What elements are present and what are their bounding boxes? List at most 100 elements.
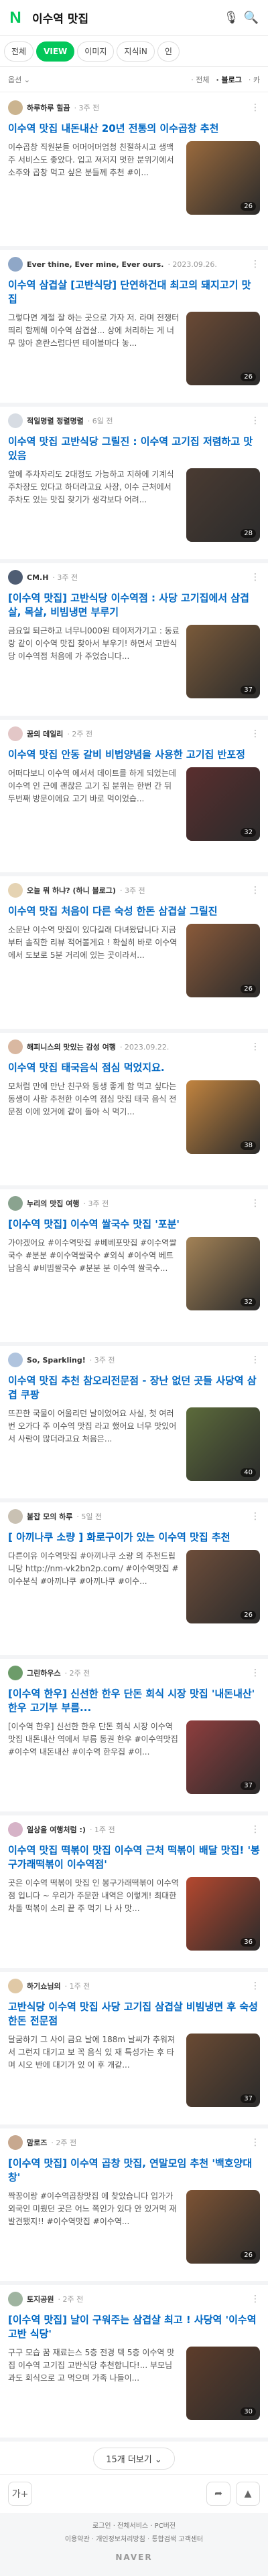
result-title[interactable]: 이수역 맛집 내돈내산 20년 전통의 이수곱창 추천 xyxy=(8,122,260,136)
author-avatar[interactable] xyxy=(8,2135,23,2150)
author-name[interactable]: 오늘 뭐 하냐? (하니 블로그) xyxy=(27,885,116,896)
author-avatar[interactable] xyxy=(8,1196,23,1211)
result-thumbnail[interactable]: 30 xyxy=(186,2347,260,2420)
result-card[interactable]: 누리의 맛집 여행 · 3주 전 ⋮ [이수역 맛집] 이수역 쌀국수 맛집 '포분'… xyxy=(0,1189,268,1346)
result-card[interactable]: 토지공원 · 2주 전 ⋮ [이수역 맛집] 날이 구워주는 삼겹살 최고 ! 사당역… xyxy=(0,2285,268,2442)
result-card[interactable]: 그린하우스 · 2주 전 ⋮ [이수역 한우] 신선한 한우 단돈 회식 시장 맛집 … xyxy=(0,1659,268,1815)
scroll-top-icon[interactable]: ▲ xyxy=(236,2481,260,2506)
more-icon[interactable]: ⋮ xyxy=(251,2294,260,2304)
more-icon[interactable]: ⋮ xyxy=(251,2137,260,2148)
author-avatar[interactable] xyxy=(8,257,23,272)
result-title[interactable]: [이수역 맛집] 날이 구워주는 삼겹살 최고 ! 사당역 '이수역 고반 식당… xyxy=(8,2313,260,2341)
more-icon[interactable]: ⋮ xyxy=(251,1355,260,1365)
author-avatar[interactable] xyxy=(8,570,23,585)
result-card[interactable]: 꿈의 데일리 · 2주 전 ⋮ 이수역 맛집 안동 갈비 비법양념을 사용한 고기집 … xyxy=(0,720,268,876)
result-thumbnail[interactable]: 28 xyxy=(186,468,260,542)
search-input[interactable]: 이수역 맛집 xyxy=(32,9,221,26)
result-card[interactable]: 붙잡 모의 하루 · 5일 전 ⋮ [ 아끼나쿠 소량 ] 화로구이가 있는 이수역 … xyxy=(0,1502,268,1659)
author-avatar[interactable] xyxy=(8,100,23,115)
result-thumbnail[interactable]: 38 xyxy=(186,1080,260,1154)
result-card[interactable]: 해피니스의 맛있는 감성 여행 · 2023.09.22. ⋮ 이수역 맛집 태국음식… xyxy=(0,1033,268,1189)
tab-1[interactable]: VIEW xyxy=(36,41,75,62)
result-thumbnail[interactable]: 26 xyxy=(186,141,260,215)
font-size-button[interactable]: 가+ xyxy=(8,2481,32,2506)
author-avatar[interactable] xyxy=(8,1353,23,1367)
author-name[interactable]: 그린하우스 xyxy=(27,1668,61,1678)
more-icon[interactable]: ⋮ xyxy=(251,1042,260,1052)
author-avatar[interactable] xyxy=(8,1509,23,1524)
options-button[interactable]: 옵션 ⌄ xyxy=(8,74,30,85)
result-thumbnail[interactable]: 26 xyxy=(186,924,260,997)
author-name[interactable]: 하기쇼님의 xyxy=(27,1981,61,1991)
result-thumbnail[interactable]: 37 xyxy=(186,2034,260,2107)
author-name[interactable]: So, Sparkling! xyxy=(27,1356,86,1365)
author-name[interactable]: 꿈의 데일리 xyxy=(27,728,63,739)
result-card[interactable]: 하기쇼님의 · 1주 전 ⋮ 고반식당 이수역 맛집 사당 고기집 삼겹살 비빔냉면 … xyxy=(0,1972,268,2128)
result-thumbnail[interactable]: 26 xyxy=(186,1550,260,1623)
more-icon[interactable]: ⋮ xyxy=(251,1981,260,1991)
author-name[interactable]: 붙잡 모의 하루 xyxy=(27,1511,72,1522)
result-title[interactable]: 이수역 맛집 처음이 다른 숙성 한돈 삼겹살 그릴진 xyxy=(8,904,260,918)
more-icon[interactable]: ⋮ xyxy=(251,1198,260,1209)
naver-logo[interactable]: N xyxy=(7,9,24,27)
share-icon[interactable]: ➦ xyxy=(206,2481,230,2506)
result-title[interactable]: 이수역 맛집 추천 참오리전문점 - 장난 없던 곳들 사당역 삼겹 쿠팡 xyxy=(8,1374,260,1402)
result-thumbnail[interactable]: 32 xyxy=(186,767,260,841)
author-name[interactable]: CM.H xyxy=(27,573,48,582)
result-thumbnail[interactable]: 26 xyxy=(186,312,260,385)
result-card[interactable]: Ever thine, Ever mine, Ever ours. · 2023.… xyxy=(0,250,268,407)
result-thumbnail[interactable]: 36 xyxy=(186,1877,260,1951)
tab-3[interactable]: 지식iN xyxy=(117,41,155,62)
author-avatar[interactable] xyxy=(8,2292,23,2306)
author-name[interactable]: 누리의 맛집 여행 xyxy=(27,1198,80,1209)
result-title[interactable]: 이수역 맛집 태국음식 점심 먹었지요. xyxy=(8,1061,260,1075)
result-title[interactable]: [이수역 한우] 신선한 한우 단돈 회식 시장 맛집 '내돈내산' 한우 고기… xyxy=(8,1687,260,1715)
result-card[interactable]: 하루하루 힐끔 · 3주 전 ⋮ 이수역 맛집 내돈내산 20년 전통의 이수곱창 추… xyxy=(0,94,268,250)
more-icon[interactable]: ⋮ xyxy=(251,102,260,113)
result-card[interactable]: 일상을 여행처럼 :) · 1주 전 ⋮ 이수역 맛집 떡볶이 맛집 이수역 근처 떡… xyxy=(0,1815,268,1972)
filter-option[interactable]: · 블로그 xyxy=(216,74,242,85)
more-icon[interactable]: ⋮ xyxy=(251,885,260,896)
result-card[interactable]: CM.H · 3주 전 ⋮ [이수역 맛집] 고반식당 이수역점 : 사당 고기집에서… xyxy=(0,563,268,720)
search-icon[interactable]: 🔍 xyxy=(241,8,261,28)
result-title[interactable]: 이수역 맛집 고반식당 그릴진 : 이수역 고기집 저렴하고 맛있음 xyxy=(8,435,260,463)
author-avatar[interactable] xyxy=(8,1822,23,1837)
footer-links[interactable]: 로그인 · 전체서비스 · PC버전 xyxy=(0,2520,268,2533)
more-icon[interactable]: ⋮ xyxy=(251,1511,260,1522)
result-thumbnail[interactable]: 37 xyxy=(186,1720,260,1794)
author-name[interactable]: 토지공원 xyxy=(27,2294,54,2304)
result-thumbnail[interactable]: 26 xyxy=(186,2190,260,2264)
more-icon[interactable]: ⋮ xyxy=(251,572,260,583)
more-icon[interactable]: ⋮ xyxy=(251,415,260,426)
author-name[interactable]: 하루하루 힐끔 xyxy=(27,102,70,113)
result-title[interactable]: [이수역 맛집] 이수역 곱창 맛집, 연말모임 추천 '백호양대창' xyxy=(8,2157,260,2185)
result-title[interactable]: 이수역 삼겹살 [고반식당] 단연하건대 최고의 돼지고기 맛집 xyxy=(8,278,260,306)
author-name[interactable]: 일상을 여행처럼 :) xyxy=(27,1824,86,1835)
more-icon[interactable]: ⋮ xyxy=(251,1824,260,1835)
more-results-button[interactable]: 15개 더보기 ⌄ xyxy=(93,2447,175,2470)
author-name[interactable]: 적일명렬 정렬명렬 xyxy=(27,415,84,426)
result-thumbnail[interactable]: 40 xyxy=(186,1407,260,1481)
tab-0[interactable]: 전체 xyxy=(4,41,34,62)
result-title[interactable]: 이수역 맛집 떡볶이 맛집 이수역 근처 떡볶이 배달 맛집! '봉구가래떡볶이… xyxy=(8,1844,260,1872)
result-card[interactable]: So, Sparkling! · 3주 전 ⋮ 이수역 맛집 추천 참오리전문점 - … xyxy=(0,1346,268,1502)
author-avatar[interactable] xyxy=(8,726,23,741)
result-title[interactable]: 고반식당 이수역 맛집 사당 고기집 삼겹살 비빔냉면 후 숙성 한돈 전문점 xyxy=(8,2000,260,2028)
author-name[interactable]: Ever thine, Ever mine, Ever ours. xyxy=(27,260,163,269)
tab-2[interactable]: 이미지 xyxy=(77,41,115,62)
result-thumbnail[interactable]: 37 xyxy=(186,625,260,698)
author-avatar[interactable] xyxy=(8,1039,23,1054)
more-icon[interactable]: ⋮ xyxy=(251,728,260,739)
result-title[interactable]: [이수역 맛집] 이수역 쌀국수 맛집 '포분' xyxy=(8,1217,260,1231)
author-avatar[interactable] xyxy=(8,413,23,428)
more-icon[interactable]: ⋮ xyxy=(251,1668,260,1678)
tab-4[interactable]: 인 xyxy=(157,41,180,62)
footer-policy[interactable]: 이용약관 · 개인정보처리방침 · 통합검색 고객센터 xyxy=(0,2533,268,2547)
author-name[interactable]: 맘로즈 xyxy=(27,2137,47,2148)
result-card[interactable]: 오늘 뭐 하냐? (하니 블로그) · 3주 전 ⋮ 이수역 맛집 처음이 다른 숙성… xyxy=(0,876,268,1033)
author-avatar[interactable] xyxy=(8,883,23,898)
author-name[interactable]: 해피니스의 맛있는 감성 여행 xyxy=(27,1042,116,1052)
author-avatar[interactable] xyxy=(8,1979,23,1993)
result-title[interactable]: 이수역 맛집 안동 갈비 비법양념을 사용한 고기집 반포정 xyxy=(8,748,260,762)
mic-icon[interactable]: 🎙 xyxy=(221,8,241,28)
